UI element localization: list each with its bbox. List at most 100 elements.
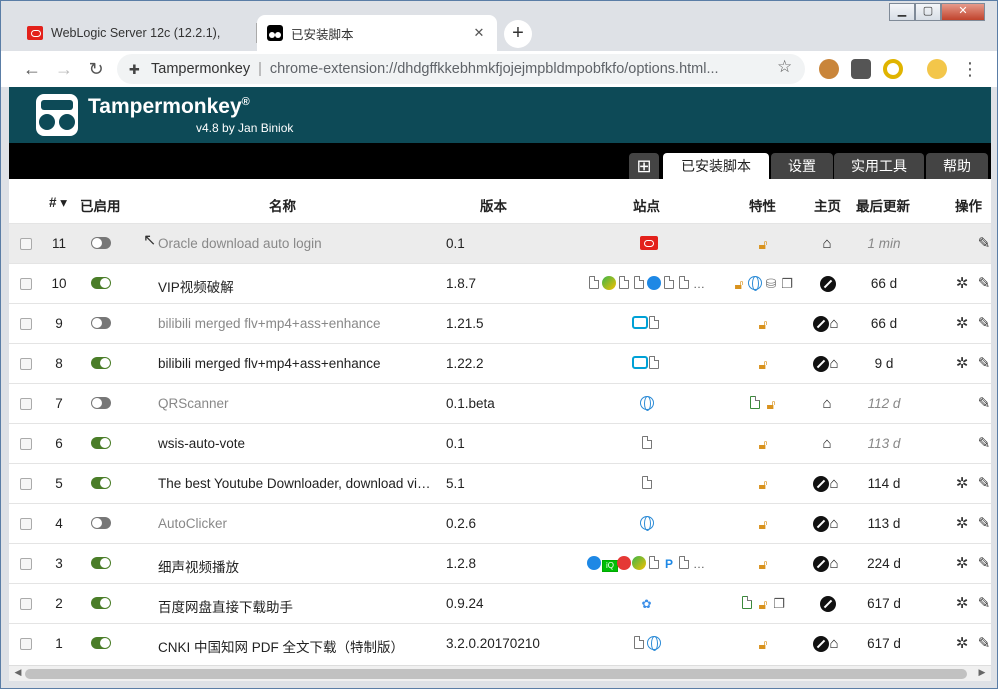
bug-icon[interactable]: ✲ (955, 556, 969, 572)
tab-installed[interactable]: 已安装脚本 (663, 153, 769, 179)
row-checkbox[interactable] (20, 638, 32, 650)
scroll-right-icon[interactable]: ▶ (975, 667, 989, 678)
edit-icon[interactable]: ✎ (977, 596, 991, 612)
last-updated[interactable]: 617 d (854, 596, 914, 611)
enable-toggle[interactable] (91, 437, 111, 449)
script-name[interactable]: 百度网盘直接下载助手 (158, 596, 433, 616)
edit-icon[interactable]: ✎ (977, 396, 991, 412)
header-features[interactable]: 特性 (749, 195, 776, 215)
tab-installed-scripts[interactable]: 已安装脚本 ✕ (257, 15, 497, 51)
bug-icon[interactable]: ✲ (955, 276, 969, 292)
homepage-link-icon[interactable] (813, 356, 829, 372)
bug-icon[interactable]: ✲ (955, 636, 969, 652)
header-num[interactable]: # ▾ (49, 195, 67, 211)
tab-help[interactable]: 帮助 (926, 153, 988, 179)
home-icon[interactable]: ⌂ (827, 636, 841, 652)
enable-toggle[interactable] (91, 237, 111, 249)
edit-icon[interactable]: ✎ (977, 236, 991, 252)
edit-icon[interactable]: ✎ (977, 316, 991, 332)
row-checkbox[interactable] (20, 238, 32, 250)
tab-weblogic[interactable]: WebLogic Server 12c (12.2.1), (17, 15, 257, 51)
enable-toggle[interactable] (91, 637, 111, 649)
scrollbar-thumb[interactable] (25, 669, 967, 679)
edit-icon[interactable]: ✎ (977, 476, 991, 492)
home-icon[interactable]: ⌂ (827, 316, 841, 332)
bug-icon[interactable]: ✲ (955, 316, 969, 332)
last-updated[interactable]: 9 d (854, 356, 914, 371)
script-name[interactable]: bilibili merged flv+mp4+ass+enhance (158, 316, 433, 331)
back-icon[interactable]: ← (19, 56, 45, 82)
menu-icon[interactable]: ⋮ (957, 56, 983, 82)
home-icon[interactable]: ⌂ (827, 356, 841, 372)
home-icon[interactable]: ⌂ (820, 236, 834, 252)
row-checkbox[interactable] (20, 318, 32, 330)
bug-icon[interactable]: ✲ (955, 596, 969, 612)
homepage-link-icon[interactable] (820, 276, 836, 292)
home-icon[interactable]: ⌂ (827, 556, 841, 572)
scroll-left-icon[interactable]: ◀ (11, 667, 25, 678)
last-updated[interactable]: 114 d (854, 476, 914, 491)
forward-icon[interactable]: → (51, 56, 77, 82)
home-icon[interactable]: ⌂ (827, 476, 841, 492)
script-name[interactable]: QRScanner (158, 396, 433, 411)
edit-icon[interactable]: ✎ (977, 556, 991, 572)
last-updated[interactable]: 66 d (854, 276, 914, 291)
home-icon[interactable]: ⌂ (820, 436, 834, 452)
row-checkbox[interactable] (20, 518, 32, 530)
row-checkbox[interactable] (20, 278, 32, 290)
script-name[interactable]: wsis-auto-vote (158, 436, 433, 451)
home-icon[interactable]: ⌂ (820, 396, 834, 412)
last-updated[interactable]: 113 d (854, 436, 914, 451)
edit-icon[interactable]: ✎ (977, 356, 991, 372)
maximize-button[interactable]: ▢ (915, 3, 941, 21)
last-updated[interactable]: 224 d (854, 556, 914, 571)
header-updated[interactable]: 最后更新 (856, 195, 910, 215)
tampermonkey-extension-icon[interactable] (851, 59, 871, 79)
avatar[interactable] (927, 59, 947, 79)
add-script-button[interactable]: ⊞ (629, 153, 659, 179)
header-version[interactable]: 版本 (480, 195, 507, 215)
last-updated[interactable]: 617 d (854, 636, 914, 651)
row-checkbox[interactable] (20, 358, 32, 370)
header-enabled[interactable]: 已启用 (80, 195, 121, 215)
script-name[interactable]: Oracle download auto login (158, 236, 433, 251)
script-name[interactable]: CNKI 中国知网 PDF 全文下载（特制版） (158, 636, 433, 656)
bookmark-star-icon[interactable]: ☆ (777, 57, 792, 77)
row-checkbox[interactable] (20, 398, 32, 410)
tab-settings[interactable]: 设置 (771, 153, 833, 179)
header-sites[interactable]: 站点 (633, 195, 660, 215)
row-checkbox[interactable] (20, 438, 32, 450)
edit-icon[interactable]: ✎ (977, 276, 991, 292)
home-icon[interactable]: ⌂ (827, 516, 841, 532)
minimize-button[interactable]: ▁ (889, 3, 915, 21)
close-icon[interactable]: ✕ (471, 25, 487, 41)
script-name[interactable]: The best Youtube Downloader, download vi… (158, 476, 433, 491)
last-updated[interactable]: 66 d (854, 316, 914, 331)
enable-toggle[interactable] (91, 277, 111, 289)
last-updated[interactable]: 113 d (854, 516, 914, 531)
enable-toggle[interactable] (91, 517, 111, 529)
enable-toggle[interactable] (91, 477, 111, 489)
enable-toggle[interactable] (91, 357, 111, 369)
new-tab-button[interactable]: + (504, 20, 532, 48)
cookie-extension-icon[interactable] (819, 59, 839, 79)
bug-icon[interactable]: ✲ (955, 516, 969, 532)
row-checkbox[interactable] (20, 558, 32, 570)
homepage-link-icon[interactable] (813, 476, 829, 492)
edit-icon[interactable]: ✎ (977, 436, 991, 452)
script-name[interactable]: 细声视频播放 (158, 556, 433, 576)
homepage-link-icon[interactable] (813, 316, 829, 332)
script-name[interactable]: bilibili merged flv+mp4+ass+enhance (158, 356, 433, 371)
edit-icon[interactable]: ✎ (977, 636, 991, 652)
bug-icon[interactable]: ✲ (955, 356, 969, 372)
homepage-link-icon[interactable] (820, 596, 836, 612)
homepage-link-icon[interactable] (813, 516, 829, 532)
horizontal-scrollbar[interactable]: ◀ ▶ (9, 665, 991, 681)
homepage-link-icon[interactable] (813, 636, 829, 652)
row-checkbox[interactable] (20, 478, 32, 490)
edit-icon[interactable]: ✎ (977, 516, 991, 532)
tab-tools[interactable]: 实用工具 (834, 153, 924, 179)
enable-toggle[interactable] (91, 397, 111, 409)
bug-icon[interactable]: ✲ (955, 476, 969, 492)
ring-extension-icon[interactable] (883, 59, 903, 79)
